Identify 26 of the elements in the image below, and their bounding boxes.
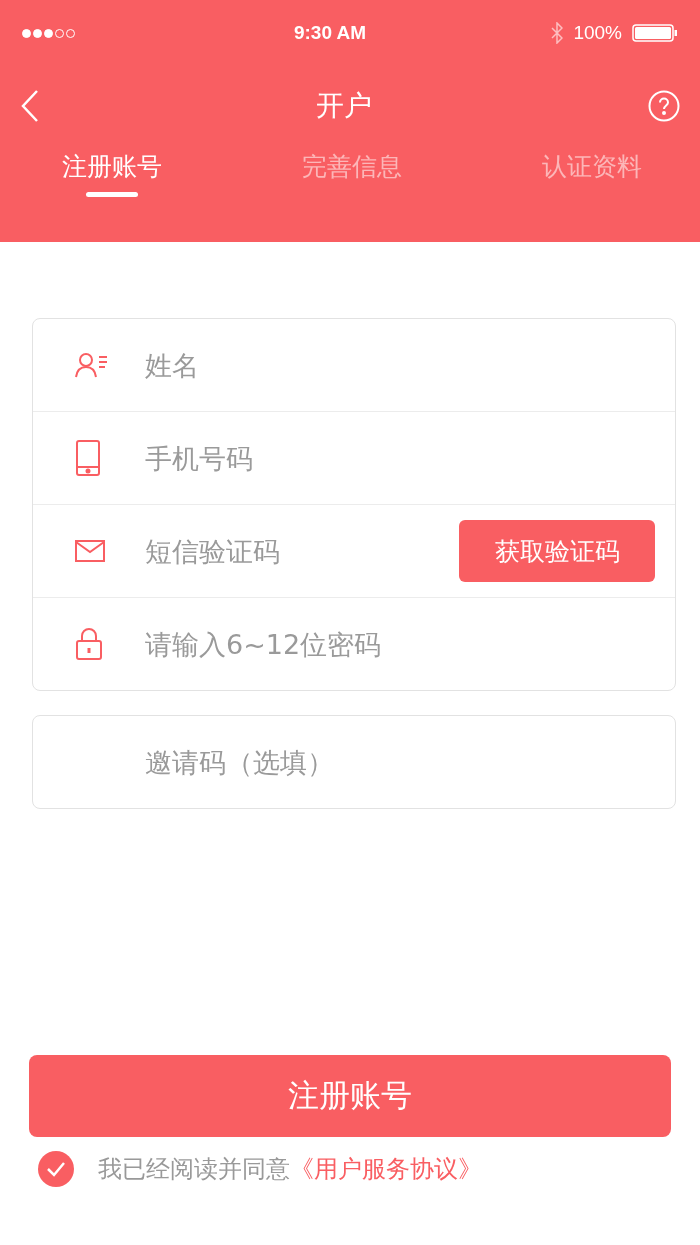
input-field[interactable]: 短信验证码: [143, 534, 459, 568]
battery-icon: [632, 24, 678, 42]
agree-checkbox[interactable]: [38, 1151, 74, 1187]
invite-input[interactable]: 邀请码（选填）: [143, 745, 655, 779]
input-field[interactable]: 姓名: [143, 348, 655, 382]
phone-icon: [75, 440, 101, 476]
step-tab[interactable]: 完善信息: [302, 150, 402, 195]
step-tab[interactable]: 注册账号: [62, 150, 162, 195]
user-icon: [75, 352, 109, 378]
status-time: 9:30 AM: [293, 22, 367, 44]
envelope-icon: [75, 540, 105, 562]
help-button[interactable]: [648, 90, 680, 122]
check-icon: [46, 1161, 66, 1177]
lock-icon: [75, 627, 103, 661]
agreement-link[interactable]: 《用户服务协议》: [290, 1155, 482, 1183]
get-code-button[interactable]: 获取验证码: [459, 520, 655, 582]
battery-level: 100%: [573, 22, 622, 44]
bluetooth-icon: [551, 22, 564, 44]
register-button[interactable]: 注册账号: [29, 1055, 671, 1137]
input-field[interactable]: 请输入6~12位密码: [143, 627, 655, 661]
input-field[interactable]: 手机号码: [143, 441, 655, 475]
invite-field[interactable]: 邀请码（选填）: [32, 715, 676, 809]
back-button[interactable]: [20, 89, 40, 123]
page-title: 开户: [316, 88, 372, 124]
step-tab[interactable]: 认证资料: [542, 150, 642, 195]
agreement-text: 我已经阅读并同意《用户服务协议》: [98, 1154, 482, 1185]
